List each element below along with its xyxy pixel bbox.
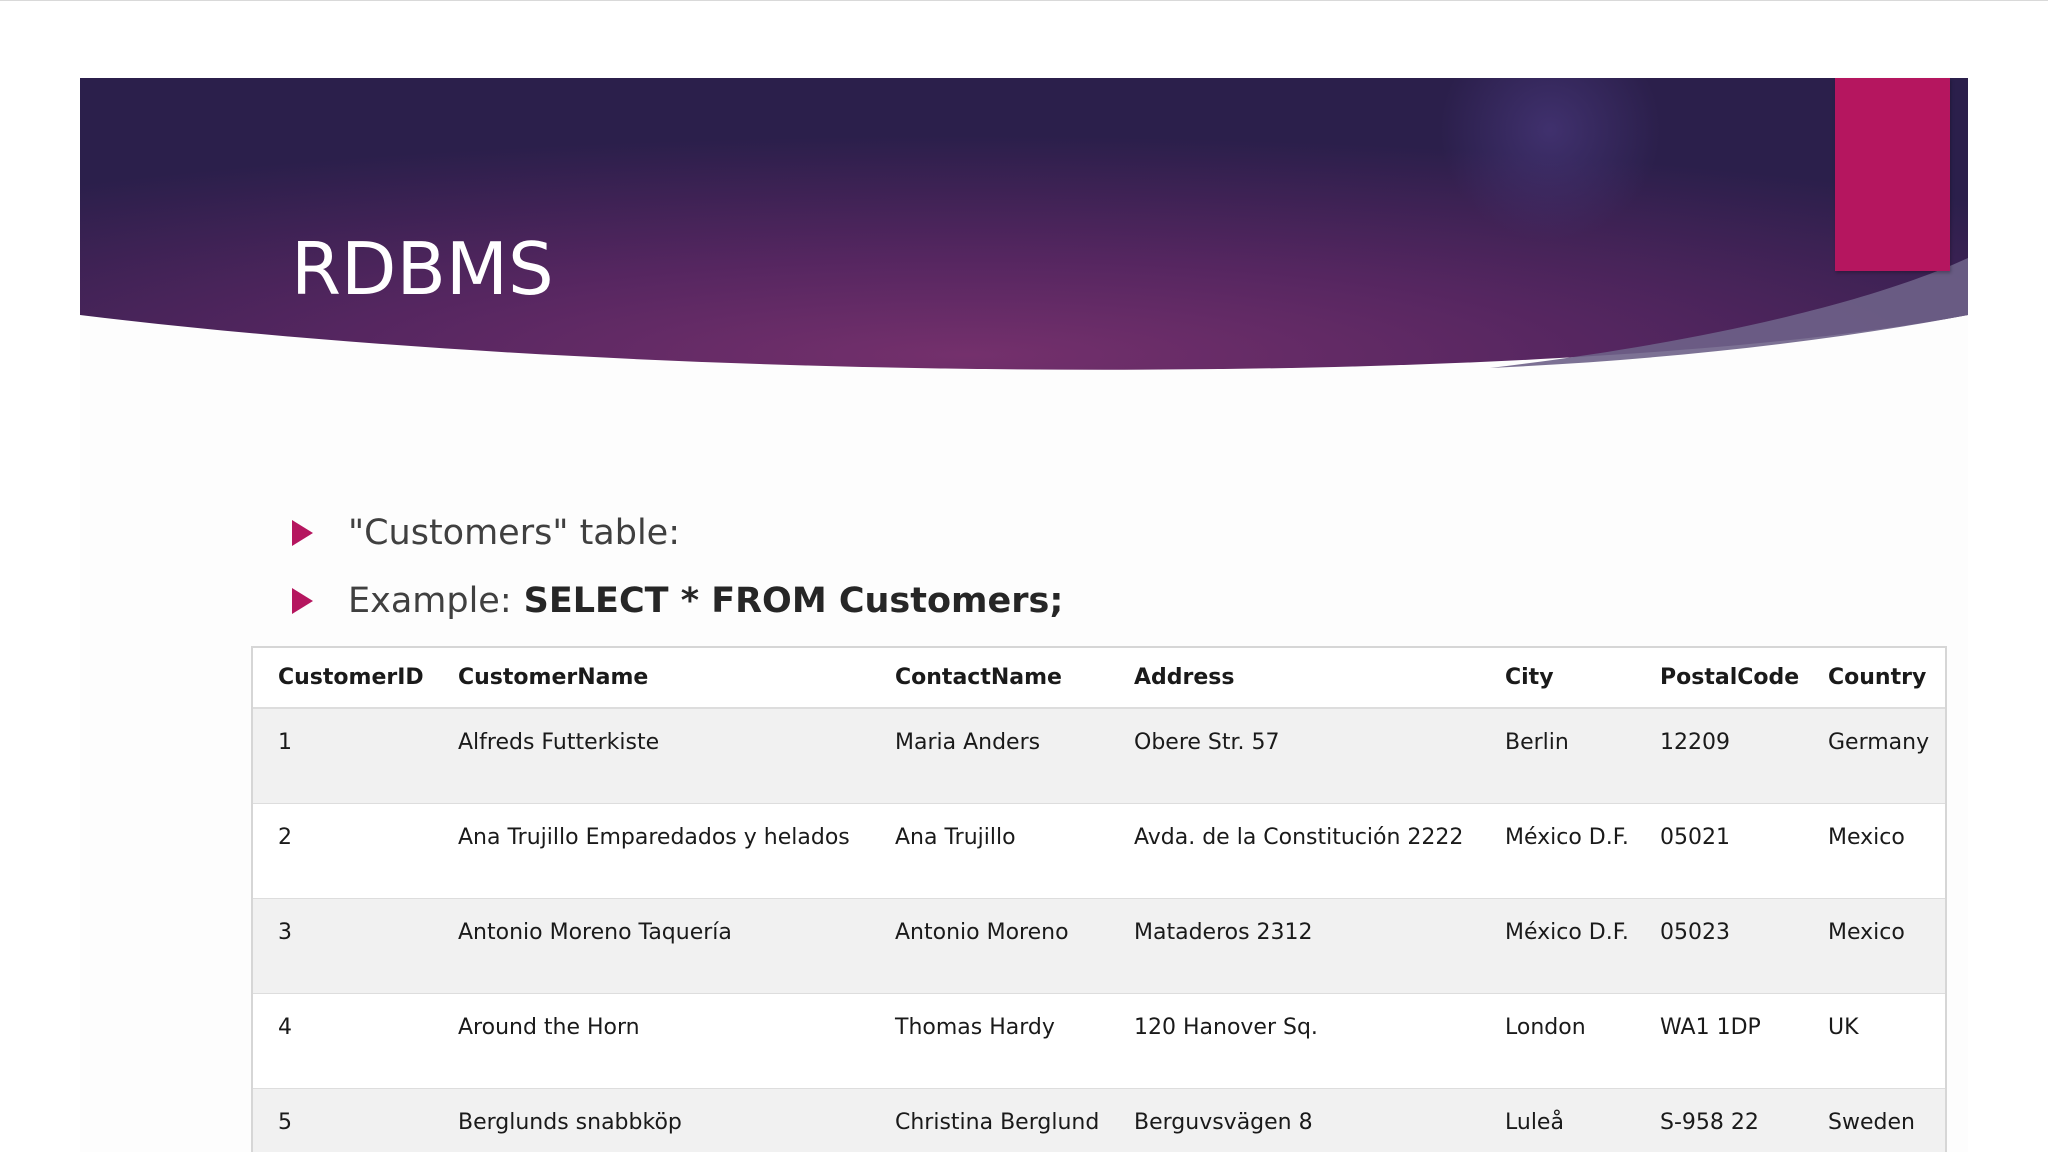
column-header: PostalCode: [1635, 648, 1803, 709]
table-cell: London: [1480, 993, 1635, 1089]
table-cell: Berguvsvägen 8: [1134, 1109, 1313, 1135]
bullet-example-query: Example: SELECT * FROM Customers;: [292, 581, 1063, 621]
bullet-customers-table: "Customers" table:: [292, 513, 680, 553]
table-cell: Avda. de la Constitución 2222: [1109, 803, 1480, 899]
table-cell: 120 Hanover Sq.: [1109, 993, 1480, 1089]
table-cell: Maria Anders: [870, 708, 1109, 804]
table-cell: UK: [1803, 993, 1945, 1089]
table-cell: Luleå: [1505, 1109, 1564, 1135]
table-cell: 4: [253, 993, 433, 1089]
bullet-arrow-icon: [292, 588, 313, 614]
table-row: 2 Ana Trujillo Emparedados y helados Ana…: [253, 803, 1945, 899]
table-cell: Thomas Hardy: [870, 993, 1109, 1089]
column-header: ContactName: [870, 648, 1109, 709]
table-cell: 05023: [1635, 898, 1803, 994]
sql-query: SELECT * FROM Customers;: [523, 581, 1064, 621]
table-cell: 5: [278, 1109, 292, 1135]
table-cell: Antonio Moreno: [870, 898, 1109, 994]
table-cell: S-958 22: [1660, 1109, 1759, 1135]
slide: RDBMS "Customers" table: Example: SELECT…: [80, 78, 1968, 1152]
table-cell: Around the Horn: [433, 993, 870, 1089]
table-cell: 05021: [1635, 803, 1803, 899]
bullet-text: "Customers" table:: [348, 513, 681, 553]
table-cell: Sweden: [1828, 1109, 1915, 1135]
table-cell: Antonio Moreno Taquería: [433, 898, 870, 994]
column-header: CustomerName: [433, 648, 870, 709]
table-cell: Mexico: [1803, 803, 1945, 899]
table-cell: Ana Trujillo Emparedados y helados: [433, 803, 870, 899]
table-cell: Christina Berglund: [895, 1109, 1100, 1135]
accent-tab: [1835, 78, 1950, 271]
table-cell: 3: [253, 898, 433, 994]
column-header: City: [1480, 648, 1635, 709]
column-header: CustomerID: [253, 648, 433, 709]
table-row: 1 Alfreds Futterkiste Maria Anders Obere…: [253, 708, 1945, 804]
table-cell: México D.F.: [1480, 803, 1635, 899]
table-cell: México D.F.: [1480, 898, 1635, 994]
table-cell: WA1 1DP: [1635, 993, 1803, 1089]
table-cell: Mexico: [1803, 898, 1945, 994]
table-row: 5 Berglunds snabbköp Christina Berglund …: [253, 1088, 1945, 1152]
slide-viewer: RDBMS "Customers" table: Example: SELECT…: [0, 0, 2048, 1152]
table-header-row: CustomerID CustomerName ContactName Addr…: [253, 648, 1945, 709]
table-cell: 1: [253, 708, 433, 804]
table-cell: Germany: [1803, 708, 1945, 804]
column-header: Country: [1803, 648, 1945, 709]
table-cell: Ana Trujillo: [870, 803, 1109, 899]
customers-table: CustomerID CustomerName ContactName Addr…: [251, 646, 1947, 1152]
table-cell: Alfreds Futterkiste: [433, 708, 870, 804]
table-cell: Berglunds snabbköp: [458, 1109, 682, 1135]
table-row: 3 Antonio Moreno Taquería Antonio Moreno…: [253, 898, 1945, 994]
top-divider: [0, 0, 2048, 1]
slide-title: RDBMS: [291, 227, 554, 311]
table-cell: Obere Str. 57: [1109, 708, 1480, 804]
bullet-text: Example:: [348, 581, 512, 621]
table-cell: 2: [253, 803, 433, 899]
column-header: Address: [1109, 648, 1480, 709]
bullet-arrow-icon: [292, 520, 313, 546]
table-cell: 12209: [1635, 708, 1803, 804]
table-cell: Mataderos 2312: [1109, 898, 1480, 994]
table-row: 4 Around the Horn Thomas Hardy 120 Hanov…: [253, 993, 1945, 1089]
table-cell: Berlin: [1480, 708, 1635, 804]
